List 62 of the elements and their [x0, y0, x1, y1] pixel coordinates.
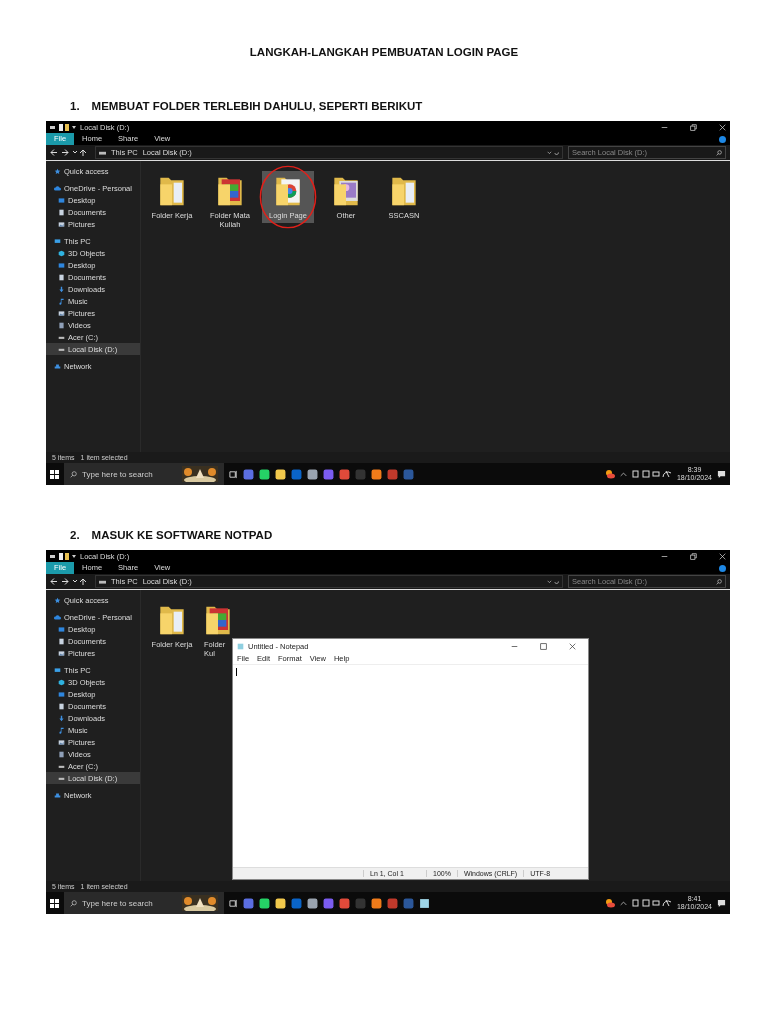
- notification-icon[interactable]: [717, 898, 726, 908]
- maximize-icon[interactable]: [540, 642, 547, 650]
- desktop-icon: [58, 625, 65, 633]
- image-icon: [58, 309, 65, 317]
- system-tray-icons[interactable]: [631, 470, 672, 478]
- notepad-icon[interactable]: [419, 897, 430, 909]
- task-view-icon[interactable]: [229, 469, 238, 479]
- search-icon: [70, 899, 77, 907]
- cloud-icon: [54, 184, 61, 192]
- network-icon: [54, 362, 61, 370]
- music-note-icon: [58, 297, 65, 305]
- refresh-icon[interactable]: [547, 578, 559, 585]
- cube-icon: [58, 678, 65, 686]
- film-icon: [58, 321, 65, 329]
- star-icon: [54, 167, 61, 175]
- desktop-icon: [58, 196, 65, 204]
- notepad-icon: [237, 642, 244, 650]
- monitor-icon: [54, 237, 61, 245]
- drive-icon: [99, 150, 106, 155]
- cloud-icon: [54, 613, 61, 621]
- quick-access-toolbar-icons[interactable]: [50, 123, 76, 131]
- notification-icon[interactable]: [717, 469, 726, 479]
- refresh-icon[interactable]: [547, 149, 559, 156]
- windows-logo-icon[interactable]: [50, 898, 59, 908]
- music-note-icon: [58, 726, 65, 734]
- search-icon: [70, 470, 77, 478]
- caret-icon[interactable]: [619, 899, 627, 907]
- caret-icon[interactable]: [619, 470, 627, 478]
- network-icon: [54, 791, 61, 799]
- restore-icon[interactable]: [690, 123, 697, 131]
- cube-icon: [58, 249, 65, 257]
- download-arrow-icon: [58, 714, 65, 722]
- taskbar-search-field[interactable]: Type here to search: [64, 463, 224, 485]
- text-cursor: [236, 668, 238, 676]
- step-number: 1.: [70, 100, 80, 112]
- step-heading: MASUK KE SOFTWARE NOTPAD: [91, 529, 273, 541]
- search-icon: [716, 578, 722, 585]
- app-icon[interactable]: [371, 897, 382, 909]
- step-heading: MEMBUAT FOLDER TERLEBIH DAHULU, SEPERTI BERIKUT: [91, 100, 423, 112]
- weather-icon[interactable]: [604, 469, 615, 479]
- document-title: LANGKAH-LANGKAH PEMBUATAN LOGIN PAGE: [249, 46, 519, 58]
- system-tray-icons[interactable]: [631, 899, 672, 907]
- image-icon: [58, 220, 65, 228]
- film-icon: [58, 750, 65, 758]
- download-arrow-icon: [58, 285, 65, 293]
- taskbar-search-field[interactable]: Type here to search: [64, 892, 224, 914]
- monitor-icon: [54, 666, 61, 674]
- quick-access-toolbar-icons[interactable]: [50, 552, 76, 560]
- search-icon: [716, 149, 722, 156]
- image-icon: [58, 649, 65, 657]
- image-icon: [58, 738, 65, 746]
- close-icon[interactable]: [569, 642, 576, 650]
- app-icon[interactable]: [371, 468, 382, 480]
- windows-logo-icon[interactable]: [50, 469, 59, 479]
- weather-icon[interactable]: [604, 898, 615, 908]
- drive-icon: [99, 579, 106, 584]
- desktop-icon: [58, 690, 65, 698]
- step-number: 2.: [70, 529, 80, 541]
- star-icon: [54, 596, 61, 604]
- desktop-icon: [58, 261, 65, 269]
- restore-icon[interactable]: [690, 552, 697, 560]
- task-view-icon[interactable]: [229, 898, 238, 908]
